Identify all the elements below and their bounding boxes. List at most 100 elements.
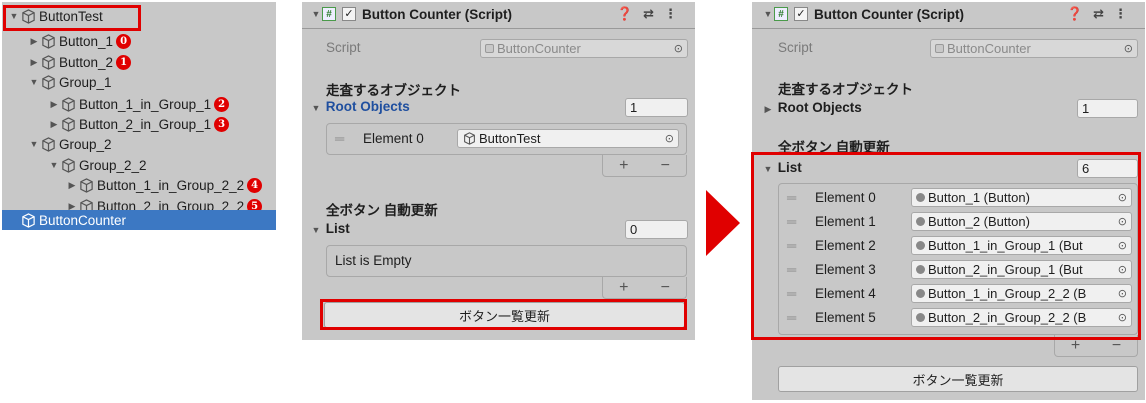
list-footer: + − bbox=[602, 277, 687, 299]
hierarchy-item-button-1-in-group-2-2[interactable]: ▶ Button_1_in_Group_2_2 4 bbox=[66, 175, 263, 195]
help-icon[interactable]: ❓ bbox=[617, 6, 643, 21]
inspector-before: ▼ # ✓ Button Counter (Script) ❓⇄⋮ Script… bbox=[302, 2, 695, 340]
hierarchy-item-buttoncounter-selected[interactable]: ButtonCounter bbox=[2, 210, 276, 230]
element-label: Element 0 bbox=[363, 131, 424, 146]
header-icons: ❓⇄⋮ bbox=[1067, 6, 1137, 22]
component-title: Button Counter (Script) bbox=[814, 6, 964, 22]
root-objects-label: Root Objects bbox=[325, 99, 410, 114]
object-picker-icon: ⊙ bbox=[673, 43, 683, 55]
hierarchy-item-button-1-in-group-1[interactable]: ▶ Button_1_in_Group_1 2 bbox=[48, 94, 230, 114]
script-value: ButtonCounter bbox=[947, 41, 1031, 56]
gameobject-icon bbox=[464, 132, 475, 145]
add-icon[interactable]: + bbox=[619, 157, 628, 175]
collapse-arrow-icon[interactable]: ▼ bbox=[310, 9, 322, 19]
preset-icon[interactable]: ⇄ bbox=[1093, 6, 1114, 21]
hierarchy-item-label: Button_1_in_Group_1 bbox=[79, 96, 212, 112]
list-footer: + − bbox=[602, 155, 687, 177]
hierarchy-item-group-2[interactable]: ▼ Group_2 bbox=[28, 134, 112, 154]
hierarchy-item-label: Button_1_in_Group_2_2 bbox=[97, 177, 245, 193]
number-badge: 3 bbox=[214, 116, 230, 132]
preset-icon[interactable]: ⇄ bbox=[643, 6, 664, 21]
script-icon bbox=[485, 44, 494, 53]
element-object-field[interactable]: ButtonTest ⊙ bbox=[457, 129, 679, 148]
hierarchy-panel: ▼ ButtonTest ▶ Button_1 0 ▶ Button_2 1 ▼… bbox=[2, 2, 276, 230]
list-label: List bbox=[325, 221, 350, 236]
hierarchy-item-label: Button_2 bbox=[59, 54, 114, 70]
highlight-box bbox=[3, 5, 141, 31]
hierarchy-item-label: ButtonCounter bbox=[39, 212, 127, 228]
expand-arrow-icon[interactable]: ▶ bbox=[66, 180, 78, 191]
list-foldout[interactable]: ▼ List bbox=[310, 221, 350, 236]
number-badge: 2 bbox=[214, 96, 230, 112]
expand-arrow-icon[interactable]: ▶ bbox=[48, 99, 60, 110]
divider bbox=[752, 28, 1145, 29]
arrow-right-icon bbox=[706, 190, 740, 256]
element-value: ButtonTest bbox=[479, 131, 541, 146]
expand-arrow-icon[interactable]: ▶ bbox=[28, 57, 40, 68]
hierarchy-item-group-2-2[interactable]: ▼ Group_2_2 bbox=[48, 155, 147, 175]
gameobject-icon bbox=[80, 177, 93, 193]
update-button-list-button[interactable]: ボタン一覧更新 bbox=[778, 366, 1138, 392]
section-header: 走査するオブジェクト bbox=[326, 83, 461, 98]
script-label: Script bbox=[778, 40, 813, 55]
hierarchy-item-label: Group_1 bbox=[59, 74, 112, 90]
section-header: 全ボタン 自動更新 bbox=[326, 203, 438, 218]
hierarchy-item-button-2[interactable]: ▶ Button_2 1 bbox=[28, 52, 132, 72]
hierarchy-item-button-1[interactable]: ▶ Button_1 0 bbox=[28, 31, 132, 51]
remove-icon[interactable]: − bbox=[661, 157, 670, 175]
expand-arrow-icon[interactable]: ▼ bbox=[310, 225, 322, 235]
list-empty-text: List is Empty bbox=[335, 253, 412, 268]
highlight-box bbox=[320, 299, 687, 330]
object-picker-icon: ⊙ bbox=[1123, 43, 1133, 55]
number-badge: 1 bbox=[116, 54, 132, 70]
hierarchy-item-button-2-in-group-1[interactable]: ▶ Button_2_in_Group_1 3 bbox=[48, 114, 230, 134]
menu-icon[interactable]: ⋮ bbox=[664, 6, 687, 21]
hierarchy-item-label: Group_2_2 bbox=[79, 157, 147, 173]
component-title: Button Counter (Script) bbox=[362, 6, 512, 22]
hierarchy-item-group-1[interactable]: ▼ Group_1 bbox=[28, 72, 112, 92]
number-badge: 0 bbox=[116, 33, 132, 49]
header-icons: ❓⇄⋮ bbox=[617, 6, 687, 22]
root-objects-size-field[interactable]: 1 bbox=[1077, 99, 1138, 118]
gameobject-icon bbox=[42, 54, 55, 70]
expand-arrow-icon[interactable]: ▶ bbox=[28, 36, 40, 47]
remove-icon[interactable]: − bbox=[661, 279, 670, 297]
expand-arrow-icon[interactable]: ▼ bbox=[28, 139, 40, 149]
root-objects-size-field[interactable]: 1 bbox=[625, 98, 688, 117]
gameobject-icon bbox=[62, 157, 75, 173]
menu-icon[interactable]: ⋮ bbox=[1114, 6, 1137, 21]
script-label: Script bbox=[326, 40, 361, 55]
enabled-checkbox[interactable]: ✓ bbox=[342, 7, 356, 21]
collapse-arrow-icon[interactable]: ▼ bbox=[762, 9, 774, 19]
gameobject-icon bbox=[62, 96, 75, 112]
hierarchy-item-label: Group_2 bbox=[59, 136, 112, 152]
gameobject-icon bbox=[42, 136, 55, 152]
list-box: List is Empty bbox=[326, 245, 687, 277]
script-icon: # bbox=[322, 7, 336, 21]
list-size-field[interactable]: 0 bbox=[625, 220, 688, 239]
highlight-box bbox=[751, 152, 1141, 340]
section-header: 走査するオブジェクト bbox=[778, 82, 913, 97]
hierarchy-item-label: Button_1 bbox=[59, 33, 114, 49]
divider bbox=[302, 28, 695, 29]
gameobject-icon bbox=[62, 116, 75, 132]
root-objects-label: Root Objects bbox=[777, 100, 862, 115]
enabled-checkbox[interactable]: ✓ bbox=[794, 7, 808, 21]
add-icon[interactable]: + bbox=[619, 279, 628, 297]
drag-handle-icon[interactable]: ═ bbox=[335, 131, 344, 146]
component-header[interactable]: ▼ # ✓ Button Counter (Script) ❓⇄⋮ bbox=[752, 2, 1145, 26]
expand-arrow-icon[interactable]: ▼ bbox=[28, 77, 40, 87]
expand-arrow-icon[interactable]: ▼ bbox=[310, 103, 322, 113]
help-icon[interactable]: ❓ bbox=[1067, 6, 1093, 21]
root-objects-foldout[interactable]: ▼ Root Objects bbox=[310, 99, 410, 114]
component-header[interactable]: ▼ # ✓ Button Counter (Script) ❓⇄⋮ bbox=[302, 2, 695, 26]
expand-arrow-icon[interactable]: ▶ bbox=[48, 119, 60, 130]
root-objects-foldout[interactable]: ▶ Root Objects bbox=[762, 100, 862, 115]
object-picker-icon[interactable]: ⊙ bbox=[665, 132, 674, 145]
hierarchy-item-label: Button_2_in_Group_1 bbox=[79, 116, 212, 132]
script-value: ButtonCounter bbox=[497, 41, 581, 56]
script-icon: # bbox=[774, 7, 788, 21]
expand-arrow-icon[interactable]: ▼ bbox=[48, 160, 60, 170]
expand-arrow-icon[interactable]: ▶ bbox=[762, 104, 774, 115]
script-field: ButtonCounter ⊙ bbox=[930, 39, 1138, 58]
